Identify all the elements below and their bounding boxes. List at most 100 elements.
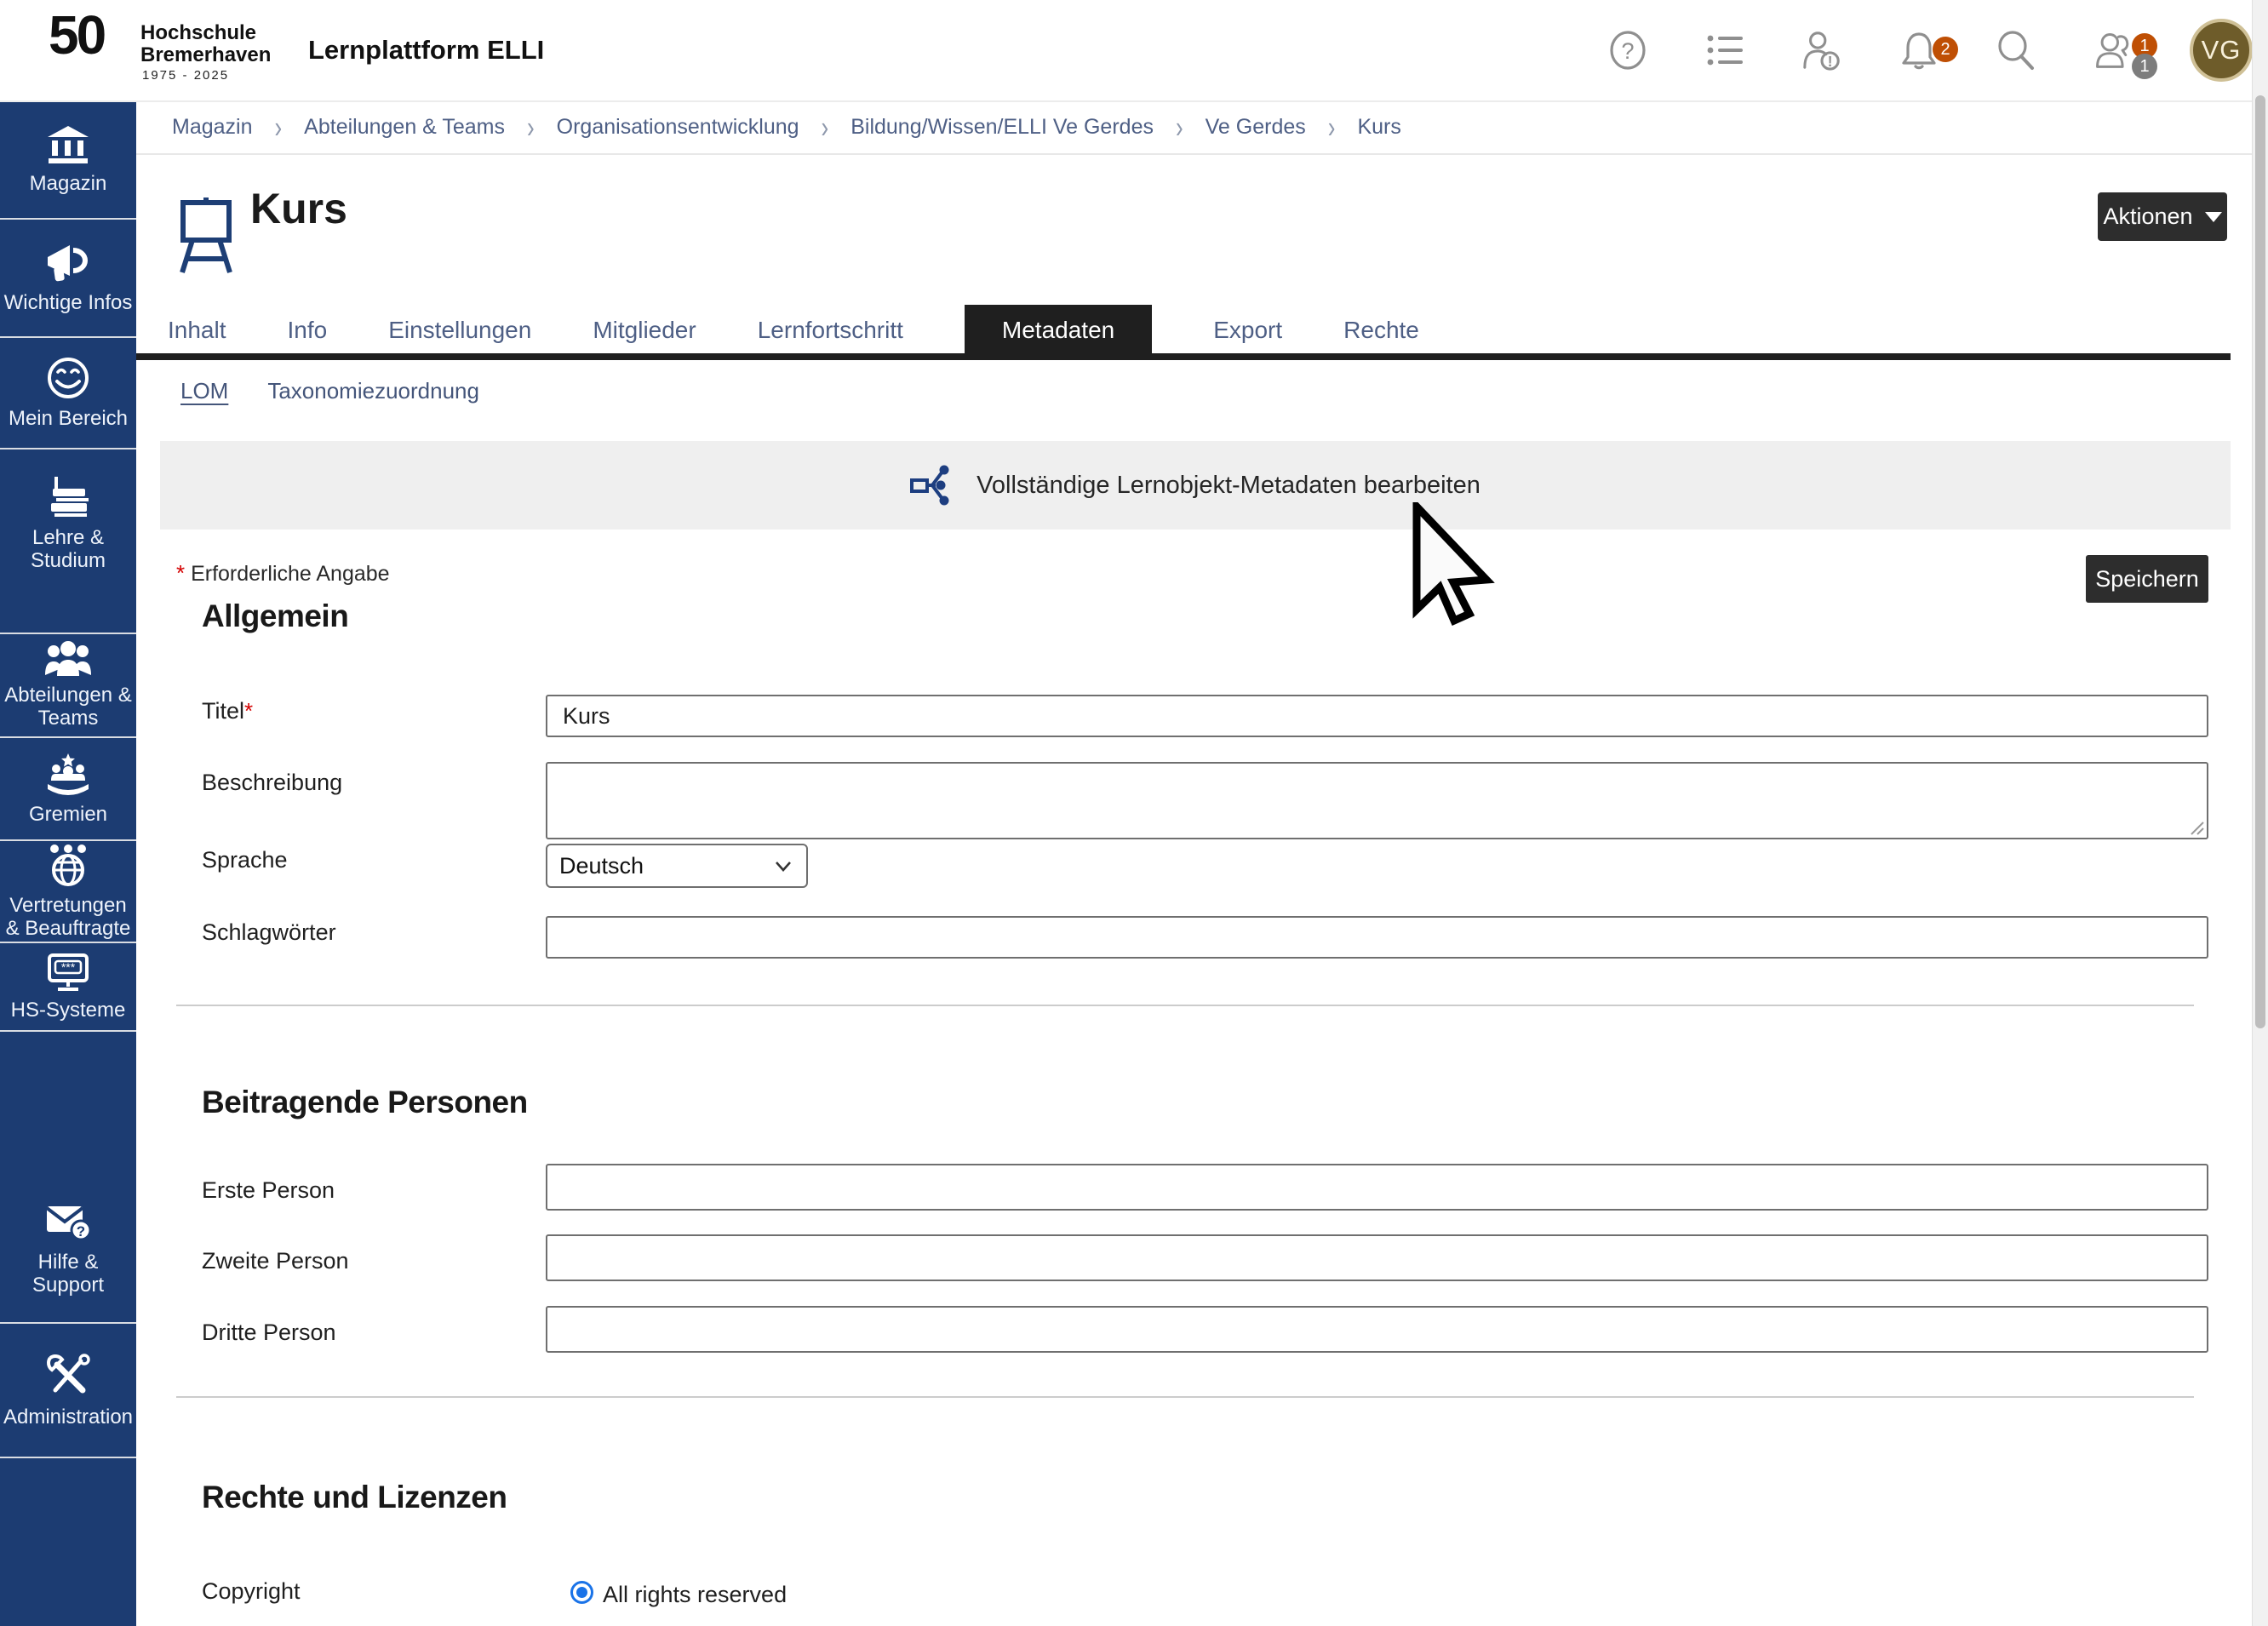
chevron-right-icon: › [275,108,283,145]
help-icon: ? [1608,31,1647,70]
titel-input[interactable] [546,695,2208,737]
logo-name: HochschuleBremerhaven [140,22,271,66]
course-easel-icon [175,196,237,274]
user-avatar[interactable]: VG [2190,19,2253,82]
scrollbar-thumb[interactable] [2255,95,2265,1028]
sidebar-item-lehre-studium[interactable]: Lehre & Studium [0,449,136,634]
sidebar-item-hilfe-support[interactable]: ? Hilfe & Support [0,1032,136,1324]
copyright-radio-all-rights-reserved[interactable] [570,1581,593,1604]
app-title: Lernplattform ELLI [308,0,544,100]
svg-text:***: *** [61,960,76,974]
header-icon-bar: ? ! 2 [1607,0,2253,100]
list-menu-button[interactable] [1704,30,1745,71]
banner-label: Vollständige Lernobjekt-Metadaten bearbe… [976,472,1480,500]
vertical-scrollbar[interactable] [2252,0,2268,1626]
section-heading-beitragende: Beitragende Personen [202,1085,528,1120]
required-asterisk: * [176,560,185,586]
schlagwoerter-input[interactable] [546,916,2208,959]
tab-mitglieder[interactable]: Mitglieder [593,317,696,358]
notifications-button[interactable]: 2 [1899,30,1939,71]
section-heading-allgemein: Allgemein [202,598,348,634]
sidebar-item-vertretungen[interactable]: Vertretungen & Beauftragte [0,841,136,943]
beschreibung-label: Beschreibung [202,770,342,796]
tab-bar: Inhalt Info Einstellungen Mitglieder Ler… [168,305,1419,358]
svg-text:!: ! [1828,53,1833,70]
chevron-right-icon: › [527,108,535,145]
awareness-button[interactable]: ! [1801,30,1842,71]
sprache-label: Sprache [202,847,288,873]
main-content: Magazin › Abteilungen & Teams › Organisa… [136,100,2253,1626]
contacts-button[interactable]: 1 1 [2093,30,2133,71]
tab-inhalt[interactable]: Inhalt [168,317,226,358]
page-title: Kurs [250,184,347,233]
metadata-hub-icon [910,465,954,506]
copyright-label: Copyright [202,1578,301,1605]
main-sidebar: Magazin Wichtige Infos Mein Bereich Lehr… [0,100,136,1626]
tab-rechte[interactable]: Rechte [1343,317,1419,358]
required-asterisk: * [244,698,253,724]
monitor-icon: *** [44,953,92,992]
svg-text:?: ? [1621,38,1634,64]
users-icon [2093,29,2133,72]
sidebar-item-mein-bereich[interactable]: Mein Bereich [0,338,136,449]
tools-icon [45,1353,91,1399]
sidebar-item-administration[interactable]: Administration [0,1324,136,1458]
subtab-bar: LOM Taxonomiezuordnung [180,378,479,404]
sprache-select[interactable]: Deutsch [546,844,808,888]
titel-label: Titel* [202,698,253,724]
books-icon [44,475,92,519]
chevron-right-icon: › [1176,108,1183,145]
beschreibung-textarea[interactable] [546,762,2208,839]
subtab-taxonomiezuordnung[interactable]: Taxonomiezuordnung [267,378,479,404]
required-note: * Erforderliche Angabe [176,560,390,587]
breadcrumb-item-abteilungen[interactable]: Abteilungen & Teams [304,115,505,140]
megaphone-icon [44,242,92,284]
tab-export[interactable]: Export [1213,317,1282,358]
page-title-row: Kurs Aktionen [136,155,2253,308]
schlagwoerter-label: Schlagwörter [202,919,336,946]
people-group-icon [43,641,93,677]
help-button[interactable]: ? [1607,30,1648,71]
erste-person-input[interactable] [546,1164,2208,1211]
user-alert-icon: ! [1801,29,1842,72]
sidebar-item-magazin[interactable]: Magazin [0,100,136,220]
tab-metadaten[interactable]: Metadaten [965,305,1152,358]
breadcrumb-item-ve-gerdes[interactable]: Ve Gerdes [1206,115,1306,140]
section-divider [176,1005,2194,1006]
notifications-badge: 2 [1933,37,1958,62]
svg-text:?: ? [77,1223,85,1240]
actions-button[interactable]: Aktionen [2098,192,2227,241]
logo-50: 50 [49,3,104,66]
sidebar-item-abteilungen-teams[interactable]: Abteilungen & Teams [0,634,136,738]
tab-underline [136,353,2231,360]
breadcrumb-item-organisationsentwicklung[interactable]: Organisationsentwicklung [557,115,799,140]
committee-icon [44,752,92,796]
contacts-badge-total: 1 [2132,54,2157,79]
section-divider [176,1396,2194,1398]
breadcrumb-item-bildung[interactable]: Bildung/Wissen/ELLI Ve Gerdes [850,115,1154,140]
tab-lernfortschritt[interactable]: Lernfortschritt [758,317,903,358]
sidebar-item-wichtige-infos[interactable]: Wichtige Infos [0,220,136,338]
chevron-right-icon: › [1328,108,1336,145]
mail-question-icon: ? [44,1201,92,1244]
top-header: 50 HochschuleBremerhaven 1975 - 2025 Ler… [0,0,2268,102]
tab-einstellungen[interactable]: Einstellungen [388,317,531,358]
zweite-person-input[interactable] [546,1234,2208,1281]
dritte-person-label: Dritte Person [202,1320,336,1346]
erste-person-label: Erste Person [202,1177,335,1204]
sidebar-item-hs-systeme[interactable]: *** HS-Systeme [0,943,136,1032]
bank-icon [46,124,90,165]
chevron-right-icon: › [822,108,829,145]
subtab-lom[interactable]: LOM [180,378,228,404]
search-button[interactable] [1996,30,2036,71]
sidebar-item-gremien[interactable]: Gremien [0,738,136,841]
breadcrumb-item-kurs[interactable]: Kurs [1357,115,1400,140]
hochschule-bremerhaven-logo[interactable]: 50 HochschuleBremerhaven 1975 - 2025 [49,7,253,92]
zweite-person-label: Zweite Person [202,1248,349,1274]
bulleted-list-icon [1705,31,1744,70]
dritte-person-input[interactable] [546,1306,2208,1353]
tab-info[interactable]: Info [288,317,328,358]
edit-full-metadata-banner[interactable]: Vollständige Lernobjekt-Metadaten bearbe… [160,441,2231,530]
save-button[interactable]: Speichern [2086,555,2208,603]
breadcrumb-item-magazin[interactable]: Magazin [172,115,253,140]
